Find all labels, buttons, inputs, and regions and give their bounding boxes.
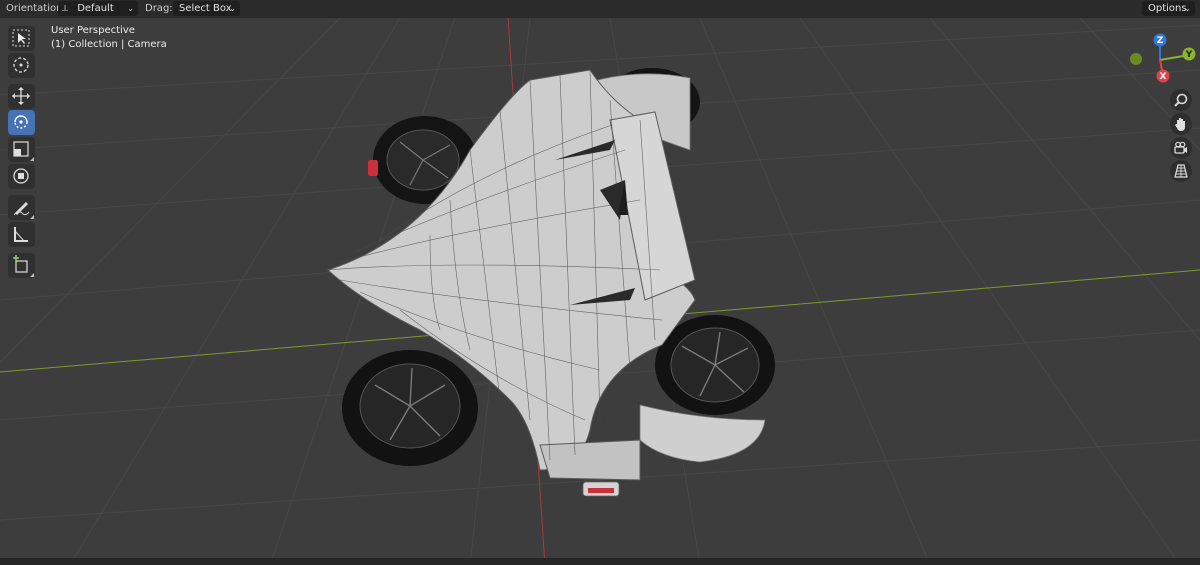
viewport-info: User Perspective (1) Collection | Camera	[51, 24, 167, 52]
crosshair-icon	[13, 57, 29, 73]
pencil-icon	[13, 202, 30, 216]
hand-icon	[1175, 118, 1185, 131]
orientation-dropdown[interactable]: ⟂ Default ⌄	[58, 1, 138, 16]
cursor-tool[interactable]	[8, 53, 35, 78]
scale-icon	[13, 141, 29, 157]
measure-tool[interactable]	[8, 222, 35, 247]
orientation-value: Default	[77, 3, 114, 14]
3d-viewport[interactable]	[0, 0, 1200, 565]
annotate-tool[interactable]	[8, 195, 35, 220]
select-cursor-icon	[12, 29, 30, 47]
move-icon	[12, 87, 30, 105]
perspective-label: User Perspective	[51, 25, 135, 36]
select-box-tool[interactable]	[8, 26, 35, 51]
gizmo-y-neg[interactable]	[1130, 53, 1142, 65]
transform-icon	[13, 168, 29, 184]
collection-label: (1) Collection | Camera	[51, 39, 167, 50]
orientation-icon: ⟂	[62, 4, 69, 14]
drag-value: Select Box	[179, 3, 232, 14]
transform-tool[interactable]	[8, 164, 35, 189]
perspective-toggle-button[interactable]	[1170, 160, 1192, 182]
drag-dropdown[interactable]: Select Box ⌄	[173, 1, 240, 16]
status-bar	[0, 558, 1200, 565]
move-tool[interactable]	[8, 84, 35, 109]
gizmo-z-axis[interactable]: Z	[1153, 33, 1167, 47]
options-label: Options	[1148, 3, 1187, 14]
chevron-down-icon: ⌄	[127, 4, 134, 13]
pan-button[interactable]	[1170, 113, 1192, 135]
rotate-tool[interactable]	[8, 110, 35, 135]
options-dropdown[interactable]: Options ⌄	[1142, 1, 1195, 16]
zoom-button[interactable]	[1170, 89, 1192, 111]
add-cube-icon	[13, 255, 28, 273]
scale-tool[interactable]	[8, 137, 35, 162]
viewport-header: Orientation: ⟂ Default ⌄ Drag: Select Bo…	[0, 0, 1200, 18]
chevron-down-icon: ⌄	[229, 4, 236, 13]
gizmo-y-axis[interactable]: Y	[1182, 47, 1196, 61]
add-cube-tool[interactable]	[8, 253, 35, 278]
orientation-label: Orientation:	[6, 3, 66, 14]
wheel-front-left	[342, 350, 478, 466]
chevron-down-icon: ⌄	[1184, 4, 1191, 13]
drag-label: Drag:	[145, 3, 173, 14]
camera-view-button[interactable]	[1170, 137, 1192, 159]
gizmo-x-axis[interactable]: X	[1156, 69, 1170, 83]
grid-icon	[1174, 164, 1188, 178]
zoom-icon	[1174, 93, 1188, 107]
svg-text:Y: Y	[1185, 50, 1193, 60]
navigation-gizmo[interactable]: Z Y X	[1120, 30, 1200, 90]
svg-text:Z: Z	[1157, 36, 1164, 46]
ruler-icon	[14, 227, 28, 242]
rotate-icon	[14, 115, 28, 129]
camera-icon	[1174, 141, 1187, 154]
svg-text:X: X	[1160, 72, 1167, 82]
